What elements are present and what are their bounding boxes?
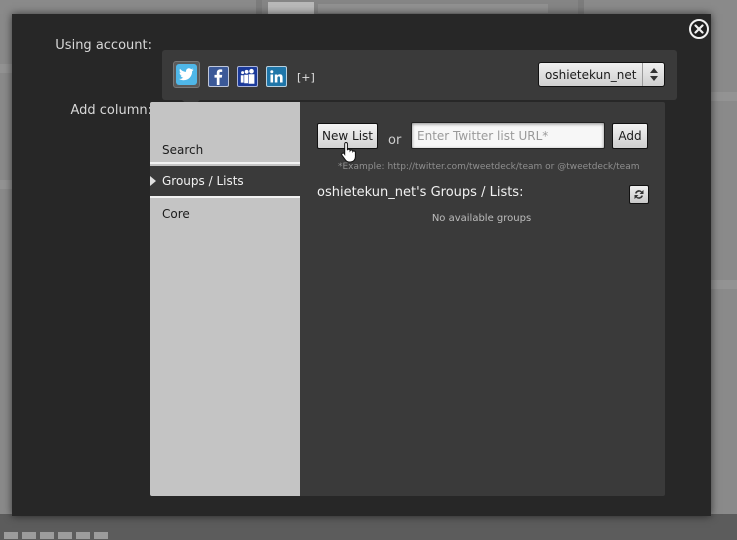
category-list: Search Groups / Lists Core [150,102,300,496]
account-select[interactable]: oshietekun_net [538,62,665,87]
select-arrows-icon [642,63,664,86]
category-label: Groups / Lists [162,174,244,188]
background-text [711,92,737,101]
background-toolbar [0,514,737,540]
facebook-service-button[interactable] [208,66,229,87]
account-bar: [+] oshietekun_net [162,50,677,108]
background-text [711,280,737,289]
or-text: or [388,133,402,148]
myspace-icon [240,68,255,84]
using-account-label: Using account: [55,38,152,53]
background-text [0,64,12,73]
category-label: Core [162,207,190,221]
add-service-link[interactable]: [+] [297,71,315,84]
background-text [318,4,548,13]
add-column-label: Add column: [70,103,152,118]
selected-caret-icon [150,176,156,186]
account-select-value: oshietekun_net [545,67,637,82]
linkedin-icon [270,70,283,83]
close-icon [694,24,704,34]
background-text [0,180,12,189]
example-hint: *Example: http://twitter.com/tweetdeck/t… [338,162,640,172]
add-column-panel: Search Groups / Lists Core New List or A… [150,102,665,496]
twitter-icon [176,64,197,85]
linkedin-service-button[interactable] [266,66,287,87]
empty-groups-message: No available groups [431,213,532,224]
new-list-button[interactable]: New List [317,123,378,149]
refresh-button[interactable] [629,185,649,204]
refresh-icon [634,190,644,199]
close-button[interactable] [689,19,709,39]
myspace-service-button[interactable] [237,66,258,87]
groups-title: oshietekun_net's Groups / Lists: [317,185,524,200]
category-groups-lists[interactable]: Groups / Lists [150,166,300,198]
add-list-button[interactable]: Add [612,123,648,149]
facebook-icon [214,69,223,85]
list-url-input[interactable] [411,122,605,149]
category-label: Search [162,143,204,157]
twitter-service-button[interactable] [173,61,200,88]
category-core[interactable]: Core [150,206,300,226]
category-search[interactable]: Search [150,140,300,164]
groups-lists-content: New List or Add *Example: http://twitter… [300,102,665,496]
